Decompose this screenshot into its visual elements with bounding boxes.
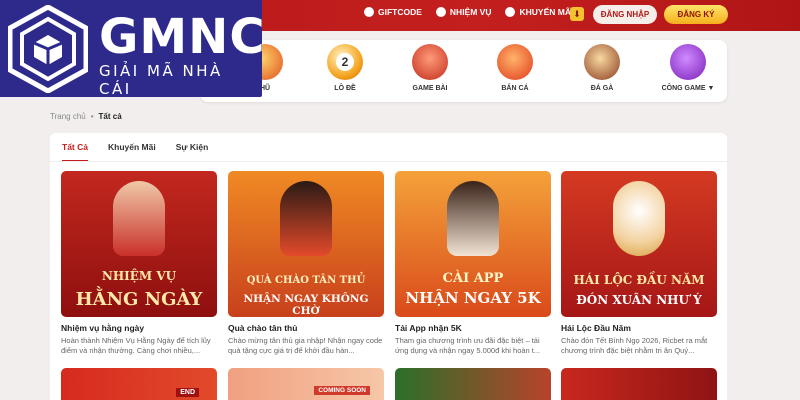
promo-card-row2-2[interactable]: COMING SOON bbox=[228, 368, 384, 400]
promotions-panel: Tất Cả Khuyến Mãi Sự Kiện NHIỆM VỤ HẰNG … bbox=[50, 133, 727, 400]
promo-card-row2-3[interactable] bbox=[395, 368, 551, 400]
nav-missions[interactable]: NHIỆM VỤ bbox=[435, 7, 492, 17]
breadcrumb-home[interactable]: Trang chủ bbox=[50, 112, 86, 121]
breadcrumb-separator: • bbox=[90, 112, 94, 121]
nav-promotions[interactable]: KHUYẾN MÃI bbox=[505, 7, 573, 17]
promo-banner bbox=[561, 368, 717, 400]
site-logo[interactable]: GMNC GIẢI MÃ NHÀ CÁI bbox=[0, 0, 265, 98]
promo-banner: END bbox=[61, 368, 217, 400]
login-button[interactable]: ĐĂNG NHẬP bbox=[593, 5, 657, 24]
promo-title: Nhiệm vụ hằng ngày bbox=[61, 323, 145, 333]
gift-box-icon bbox=[505, 7, 516, 17]
promo-banner-top: QUÀ CHÀO TÂN THỦ bbox=[246, 275, 366, 286]
game-rooster[interactable]: ĐÁ GÀ bbox=[567, 44, 637, 100]
game-category-bar: HŨ 2 LÔ ĐỀ GAME BÀI BẮN CÁ ĐÁ GÀ CÔNG GA… bbox=[200, 40, 727, 102]
card-game-icon bbox=[412, 44, 448, 80]
promo-banner: QUÀ CHÀO TÂN THỦ NHẬN NGAY KHÔNG CHỜ bbox=[228, 171, 384, 317]
game-lottery-label: LÔ ĐỀ bbox=[334, 85, 356, 92]
game-fish[interactable]: BẮN CÁ bbox=[480, 44, 550, 100]
game-portal-icon bbox=[670, 44, 706, 80]
promo-banner: CÀI APP NHẬN NGAY 5K bbox=[395, 171, 551, 317]
game-portal[interactable]: CÔNG GAME ▼ bbox=[650, 44, 726, 100]
promo-card-daily-missions[interactable]: NHIỆM VỤ HẰNG NGÀY Nhiệm vụ hằng ngày Ho… bbox=[61, 171, 217, 356]
tab-promotions[interactable]: Khuyến Mãi bbox=[108, 142, 156, 162]
promo-figure bbox=[447, 181, 499, 256]
promo-card-row2-4[interactable] bbox=[561, 368, 717, 400]
download-icon[interactable]: ⬇ bbox=[570, 7, 584, 21]
game-portal-label: CÔNG GAME ▼ bbox=[661, 85, 715, 92]
promo-card-lucky-new-year[interactable]: HÁI LỘC ĐẦU NĂM ĐÓN XUÂN NHƯ Ý Hái Lộc Đ… bbox=[561, 171, 717, 356]
tab-all[interactable]: Tất Cả bbox=[62, 142, 88, 162]
promo-banner-top: CÀI APP bbox=[442, 271, 504, 286]
target-icon bbox=[435, 7, 446, 17]
promo-title: Tải App nhận 5K bbox=[395, 323, 462, 333]
lottery-ball-icon: 2 bbox=[327, 44, 363, 80]
promo-title: Hái Lộc Đầu Năm bbox=[561, 323, 631, 333]
promo-card-newbie-gift[interactable]: QUÀ CHÀO TÂN THỦ NHẬN NGAY KHÔNG CHỜ Quà… bbox=[228, 171, 384, 356]
tab-bar: Tất Cả Khuyến Mãi Sự Kiện bbox=[62, 142, 208, 162]
promo-card-row2-1[interactable]: END bbox=[61, 368, 217, 400]
promo-figure bbox=[613, 181, 665, 256]
chevron-down-icon[interactable]: ▼ bbox=[707, 85, 714, 92]
promo-description: Tham gia chương trình ưu đãi đặc biệt – … bbox=[395, 336, 541, 355]
fish-shooting-icon bbox=[497, 44, 533, 80]
side-decoration bbox=[780, 120, 800, 320]
promo-description: Chào đón Tết Bính Ngọ 2026, Ricbet ra mắ… bbox=[561, 336, 708, 355]
promo-description: Chào mừng tân thủ gia nhập! Nhận ngay co… bbox=[228, 336, 383, 355]
game-rooster-label: ĐÁ GÀ bbox=[590, 85, 614, 92]
breadcrumb-current: Tất cả bbox=[98, 112, 122, 121]
promo-banner-bottom: NHẬN NGAY 5K bbox=[405, 289, 541, 307]
rooster-icon bbox=[584, 44, 620, 80]
tab-events[interactable]: Sự Kiện bbox=[176, 142, 209, 162]
promo-title: Quà chào tân thủ bbox=[228, 323, 298, 333]
logo-title: GMNC bbox=[99, 9, 266, 65]
game-cards[interactable]: GAME BÀI bbox=[395, 44, 465, 100]
register-button[interactable]: ĐĂNG KÝ bbox=[664, 5, 728, 24]
promo-banner-bottom: HẰNG NGÀY bbox=[75, 289, 203, 310]
promo-banner-bottom: NHẬN NGAY KHÔNG CHỜ bbox=[243, 293, 369, 317]
promo-figure bbox=[280, 181, 332, 256]
game-lottery[interactable]: 2 LÔ ĐỀ bbox=[310, 44, 380, 100]
game-fish-label: BẮN CÁ bbox=[501, 85, 529, 92]
game-cards-label: GAME BÀI bbox=[412, 85, 448, 92]
promo-banner: COMING SOON bbox=[228, 368, 384, 400]
promo-figure bbox=[113, 181, 165, 256]
top-nav: GIFTCODE NHIỆM VỤ KHUYẾN MÃI bbox=[364, 7, 573, 17]
promo-banner-bottom: ĐÓN XUÂN NHƯ Ý bbox=[576, 293, 702, 307]
nav-missions-label: NHIỆM VỤ bbox=[449, 7, 492, 17]
promo-banner bbox=[395, 368, 551, 400]
nav-giftcode-label: GIFTCODE bbox=[378, 7, 422, 17]
promo-banner-top: HÁI LỘC ĐẦU NĂM bbox=[573, 273, 705, 287]
nav-giftcode[interactable]: GIFTCODE bbox=[364, 7, 422, 17]
promo-card-app-5k[interactable]: CÀI APP NHẬN NGAY 5K Tải App nhận 5K Tha… bbox=[395, 171, 551, 356]
nav-promotions-label: KHUYẾN MÃI bbox=[519, 7, 574, 17]
promo-banner: NHIỆM VỤ HẰNG NGÀY bbox=[61, 171, 217, 317]
gift-icon bbox=[364, 7, 374, 17]
promo-description: Hoàn thành Nhiệm Vụ Hằng Ngày để tích lũ… bbox=[61, 336, 211, 355]
promo-banner: HÁI LỘC ĐẦU NĂM ĐÓN XUÂN NHƯ Ý bbox=[561, 171, 717, 317]
promo-banner-top: NHIỆM VỤ bbox=[101, 269, 177, 283]
lottery-ball-number: 2 bbox=[336, 53, 354, 71]
breadcrumb: Trang chủ • Tất cả bbox=[50, 112, 122, 121]
logo-subtitle: GIẢI MÃ NHÀ CÁI bbox=[99, 62, 223, 98]
logo-cube-icon bbox=[8, 5, 88, 93]
promo-badge: END bbox=[176, 388, 199, 397]
promo-badge: COMING SOON bbox=[314, 386, 370, 395]
tab-divider bbox=[50, 161, 727, 162]
